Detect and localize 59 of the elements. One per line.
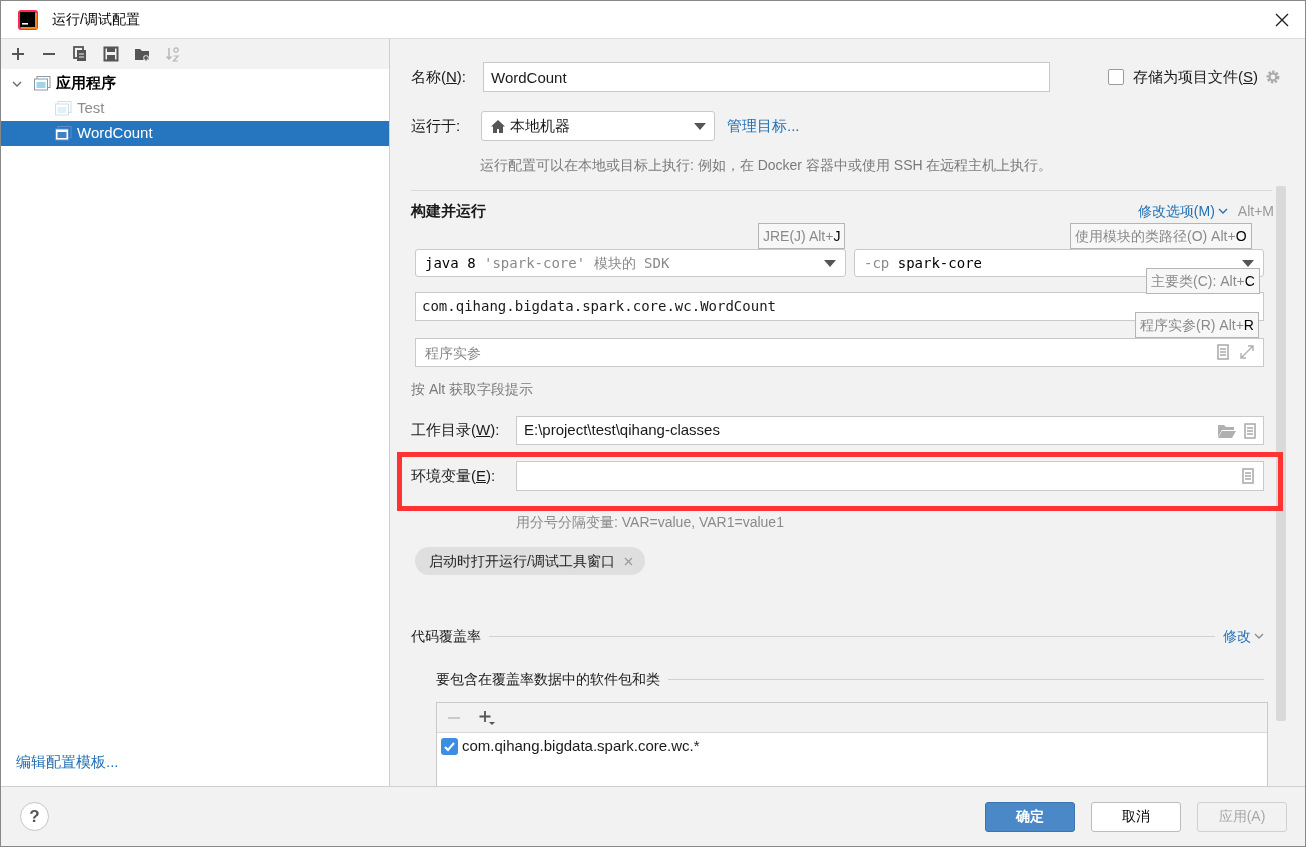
close-icon[interactable] (1275, 12, 1289, 27)
edit-templates-link[interactable]: 编辑配置模板... (16, 750, 119, 773)
name-field[interactable]: WordCount (483, 62, 1051, 92)
manage-targets-link[interactable]: 管理目标... (727, 114, 800, 138)
checkbox-label: 存储为项目文件(S) (1133, 66, 1259, 87)
checkbox[interactable] (1108, 69, 1125, 85)
subsection-title: 要包含在覆盖率数据中的软件包和类 (436, 669, 660, 689)
window-icon (55, 101, 72, 116)
shortcut-tooltip: JRE(J) Alt+J (758, 223, 846, 249)
document-icon (1244, 422, 1256, 439)
run-target-dropdown[interactable]: 本地机器 (481, 111, 715, 141)
window-icon (55, 126, 72, 141)
modify-options-link[interactable]: 修改选项(M) (1137, 200, 1228, 222)
chevron-down-icon (1217, 206, 1228, 216)
modify-link[interactable]: 修改 (1223, 625, 1264, 647)
copy-icon[interactable] (72, 46, 88, 62)
expand-icon[interactable] (1239, 344, 1255, 360)
help-button[interactable]: ? (20, 802, 49, 831)
save-icon[interactable] (103, 46, 119, 62)
checkbox-icon[interactable] (441, 737, 458, 755)
tree-item[interactable]: WordCount (1, 121, 389, 146)
settings-icon[interactable] (1265, 69, 1281, 85)
shortcut-tooltip: 主要类(C): Alt+C (1146, 268, 1260, 294)
cancel-button[interactable]: 取消 (1091, 801, 1181, 832)
environment-variables-field[interactable] (516, 461, 1264, 491)
hint-text: 运行配置可以在本地或目标上执行: 例如，在 Docker 容器中或使用 SSH 在远程主机上执行。 (479, 156, 1054, 175)
folder-plus-icon[interactable] (134, 46, 150, 62)
field-label: 运行于: (411, 115, 462, 136)
field-label: 环境变量(E): (411, 465, 497, 486)
folder-icon[interactable] (1218, 423, 1236, 438)
ok-button[interactable]: 确定 (985, 801, 1075, 832)
scrollbar[interactable] (1276, 186, 1286, 721)
tree-item[interactable]: 应用程序 (1, 71, 389, 96)
add-icon[interactable] (479, 709, 495, 726)
app-logo-icon (18, 9, 38, 30)
pattern-item[interactable]: com.qihang.bigdata.spark.core.wc.* (437, 733, 1267, 759)
option-chip[interactable]: 启动时打开运行/调试工具窗口 (415, 547, 645, 575)
section-title: 构建并运行 (411, 200, 486, 221)
jre-dropdown[interactable]: java 8 'spark-core' 模块的 SDK (415, 249, 846, 277)
field-label: 工作目录(W): (411, 420, 501, 441)
document-icon (1242, 468, 1254, 484)
section-title: 代码覆盖率 (411, 626, 481, 646)
hint-text: 用分号分隔变量: VAR=value, VAR1=value1 (515, 513, 785, 532)
window-title: 运行/调试配置 (52, 10, 140, 29)
shortcut-text: Alt+M (1237, 201, 1274, 221)
working-directory-field[interactable]: E:\project\test\qihang-classes (516, 416, 1264, 445)
document-icon (1217, 344, 1229, 360)
program-arguments-field[interactable]: 程序实参 (415, 338, 1264, 367)
add-icon[interactable] (10, 46, 26, 62)
dropdown-arrow-icon (1242, 259, 1254, 267)
dropdown-arrow-icon (824, 259, 836, 267)
field-label: 名称(N): (411, 66, 467, 87)
window-icon (34, 76, 51, 91)
shortcut-tooltip: 使用模块的类路径(O) Alt+O (1070, 223, 1252, 249)
hint-text: 按 Alt 获取字段提示 (411, 380, 535, 399)
chevron-down-icon (1254, 631, 1264, 641)
dropdown-arrow-icon (694, 122, 706, 130)
shortcut-tooltip: 程序实参(R) Alt+R (1135, 312, 1259, 338)
home-icon (491, 119, 505, 133)
